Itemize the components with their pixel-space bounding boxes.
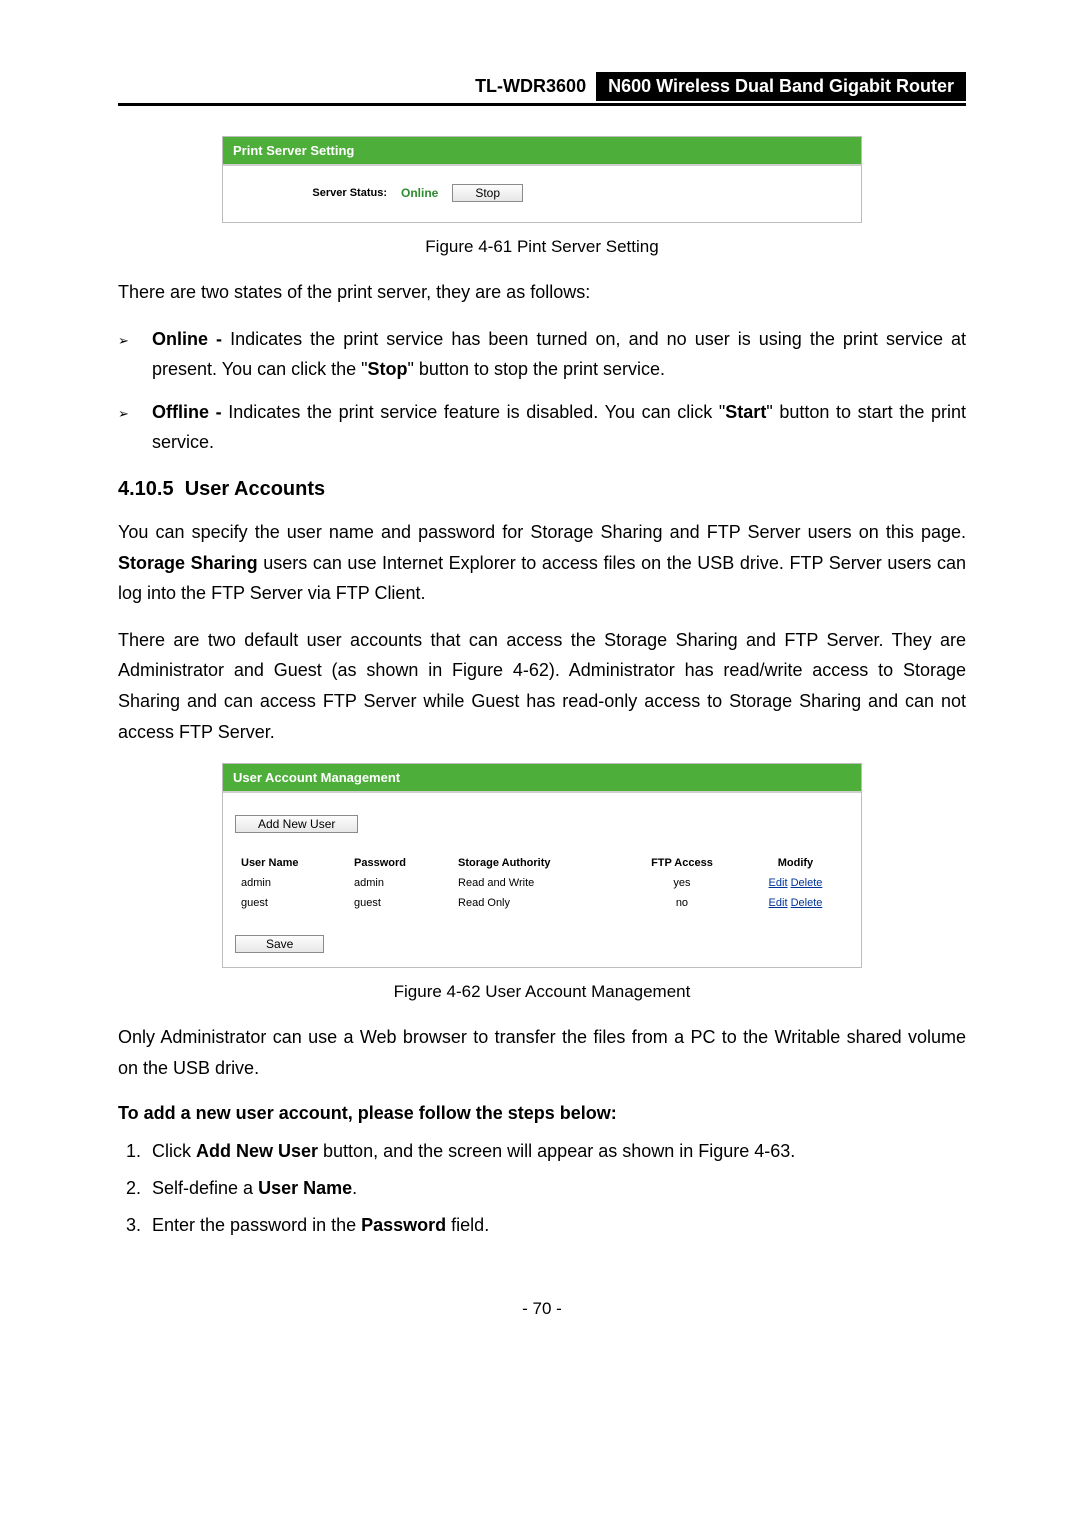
- cell-ftp: no: [622, 893, 742, 913]
- offline-label: Offline -: [152, 402, 222, 422]
- save-button[interactable]: Save: [235, 935, 324, 953]
- ua-paragraph-2: There are two default user accounts that…: [118, 625, 966, 747]
- section-heading: 4.10.5 User Accounts: [118, 478, 966, 501]
- ua-paragraph-3: Only Administrator can use a Web browser…: [118, 1022, 966, 1083]
- figure-caption-62: Figure 4-62 User Account Management: [118, 982, 966, 1002]
- delete-link[interactable]: Delete: [791, 877, 823, 889]
- arrow-icon: ➢: [118, 324, 134, 352]
- bullet-online-text: Online - Indicates the print service has…: [152, 324, 966, 385]
- cell-authority: Read and Write: [452, 873, 622, 893]
- cell-authority: Read Only: [452, 893, 622, 913]
- online-label: Online -: [152, 329, 222, 349]
- states-bullet-list: ➢ Online - Indicates the print service h…: [118, 324, 966, 458]
- col-modify: Modify: [742, 853, 849, 873]
- print-server-panel-title: Print Server Setting: [223, 137, 861, 164]
- user-account-panel: User Account Management Add New User Use…: [222, 763, 862, 968]
- step-item: Self-define a User Name.: [146, 1175, 966, 1202]
- section-title: User Accounts: [185, 478, 325, 500]
- user-account-panel-title: User Account Management: [223, 764, 861, 791]
- states-intro-text: There are two states of the print server…: [118, 277, 966, 308]
- cell-ftp: yes: [622, 873, 742, 893]
- header-model: TL-WDR3600: [475, 72, 596, 101]
- ua-paragraph-1: You can specify the user name and passwo…: [118, 517, 966, 609]
- add-new-user-button[interactable]: Add New User: [235, 815, 358, 833]
- col-authority: Storage Authority: [452, 853, 622, 873]
- cell-password: admin: [348, 873, 452, 893]
- steps-list: Click Add New User button, and the scree…: [118, 1138, 966, 1239]
- step-item: Enter the password in the Password field…: [146, 1212, 966, 1239]
- bullet-online: ➢ Online - Indicates the print service h…: [118, 324, 966, 385]
- figure-caption-61: Figure 4-61 Pint Server Setting: [118, 237, 966, 257]
- col-username: User Name: [235, 853, 348, 873]
- bullet-offline-text: Offline - Indicates the print service fe…: [152, 397, 966, 458]
- col-ftp-access: FTP Access: [622, 853, 742, 873]
- header-title: N600 Wireless Dual Band Gigabit Router: [596, 72, 966, 101]
- cell-username: admin: [235, 873, 348, 893]
- table-row: admin admin Read and Write yes Edit Dele…: [235, 873, 849, 893]
- user-accounts-table: User Name Password Storage Authority FTP…: [235, 853, 849, 913]
- edit-link[interactable]: Edit: [769, 897, 788, 909]
- cell-modify: Edit Delete: [742, 893, 849, 913]
- arrow-icon: ➢: [118, 397, 134, 425]
- server-status-value: Online: [401, 186, 438, 200]
- step-item: Click Add New User button, and the scree…: [146, 1138, 966, 1165]
- delete-link[interactable]: Delete: [791, 897, 823, 909]
- col-password: Password: [348, 853, 452, 873]
- table-row: guest guest Read Only no Edit Delete: [235, 893, 849, 913]
- print-server-panel: Print Server Setting Server Status: Onli…: [222, 136, 862, 223]
- bullet-offline: ➢ Offline - Indicates the print service …: [118, 397, 966, 458]
- section-number: 4.10.5: [118, 478, 174, 500]
- edit-link[interactable]: Edit: [769, 877, 788, 889]
- cell-password: guest: [348, 893, 452, 913]
- steps-intro: To add a new user account, please follow…: [118, 1103, 966, 1124]
- doc-header: TL-WDR3600 N600 Wireless Dual Band Gigab…: [118, 72, 966, 106]
- cell-username: guest: [235, 893, 348, 913]
- cell-modify: Edit Delete: [742, 873, 849, 893]
- server-status-label: Server Status:: [237, 187, 387, 199]
- stop-button[interactable]: Stop: [452, 184, 523, 202]
- table-header-row: User Name Password Storage Authority FTP…: [235, 853, 849, 873]
- page-number: - 70 -: [118, 1299, 966, 1319]
